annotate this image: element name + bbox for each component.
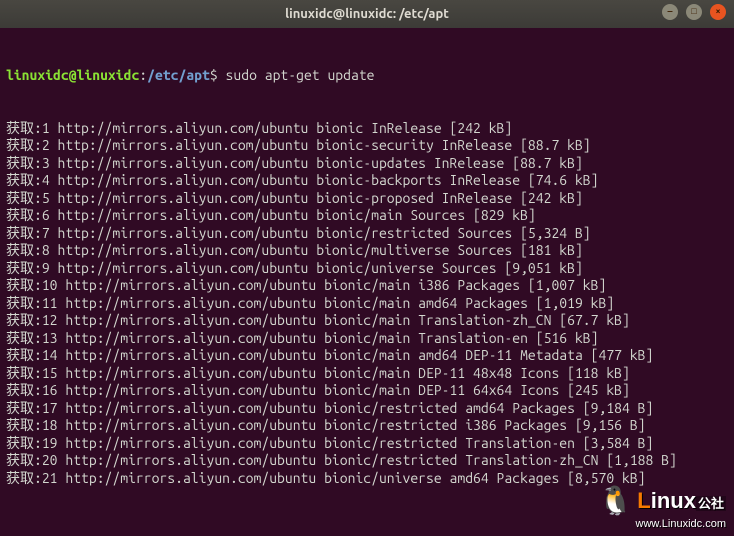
close-button[interactable]: ×: [710, 4, 726, 20]
output-line: 获取:16 http://mirrors.aliyun.com/ubuntu b…: [6, 382, 728, 400]
output-line: 获取:18 http://mirrors.aliyun.com/ubuntu b…: [6, 417, 728, 435]
output-line: 获取:6 http://mirrors.aliyun.com/ubuntu bi…: [6, 207, 728, 225]
output-line: 获取:10 http://mirrors.aliyun.com/ubuntu b…: [6, 277, 728, 295]
command-text: sudo apt-get update: [226, 67, 375, 83]
prompt-line: linuxidc@linuxidc:/etc/apt$ sudo apt-get…: [6, 67, 728, 85]
titlebar: linuxidc@linuxidc: /etc/apt ‒ □ ×: [0, 0, 734, 28]
prompt-userhost: linuxidc@linuxidc: [6, 67, 139, 83]
penguin-icon: 🐧: [598, 483, 633, 518]
output-line: 获取:8 http://mirrors.aliyun.com/ubuntu bi…: [6, 242, 728, 260]
output-line: 获取:7 http://mirrors.aliyun.com/ubuntu bi…: [6, 225, 728, 243]
watermark-url: www.Linuxidc.com: [636, 518, 726, 532]
watermark: 🐧 Linux公社 www.Linuxidc.com: [598, 483, 726, 532]
output-line: 获取:5 http://mirrors.aliyun.com/ubuntu bi…: [6, 190, 728, 208]
terminal-output: 获取:1 http://mirrors.aliyun.com/ubuntu bi…: [6, 120, 728, 488]
output-line: 获取:13 http://mirrors.aliyun.com/ubuntu b…: [6, 330, 728, 348]
watermark-brand: Linux公社: [637, 487, 726, 515]
output-line: 获取:2 http://mirrors.aliyun.com/ubuntu bi…: [6, 137, 728, 155]
output-line: 获取:11 http://mirrors.aliyun.com/ubuntu b…: [6, 295, 728, 313]
terminal-body[interactable]: linuxidc@linuxidc:/etc/apt$ sudo apt-get…: [0, 28, 734, 509]
maximize-button[interactable]: □: [686, 4, 702, 20]
prompt-dollar: $: [210, 67, 226, 83]
output-line: 获取:19 http://mirrors.aliyun.com/ubuntu b…: [6, 435, 728, 453]
output-line: 获取:15 http://mirrors.aliyun.com/ubuntu b…: [6, 365, 728, 383]
output-line: 获取:14 http://mirrors.aliyun.com/ubuntu b…: [6, 347, 728, 365]
output-line: 获取:9 http://mirrors.aliyun.com/ubuntu bi…: [6, 260, 728, 278]
window-title: linuxidc@linuxidc: /etc/apt: [285, 6, 449, 22]
output-line: 获取:12 http://mirrors.aliyun.com/ubuntu b…: [6, 312, 728, 330]
output-line: 获取:1 http://mirrors.aliyun.com/ubuntu bi…: [6, 120, 728, 138]
prompt-path: /etc/apt: [147, 67, 210, 83]
output-line: 获取:17 http://mirrors.aliyun.com/ubuntu b…: [6, 400, 728, 418]
prompt-colon: :: [139, 67, 147, 83]
output-line: 获取:3 http://mirrors.aliyun.com/ubuntu bi…: [6, 155, 728, 173]
output-line: 获取:4 http://mirrors.aliyun.com/ubuntu bi…: [6, 172, 728, 190]
window-controls: ‒ □ ×: [662, 4, 726, 20]
output-line: 获取:20 http://mirrors.aliyun.com/ubuntu b…: [6, 452, 728, 470]
minimize-button[interactable]: ‒: [662, 4, 678, 20]
